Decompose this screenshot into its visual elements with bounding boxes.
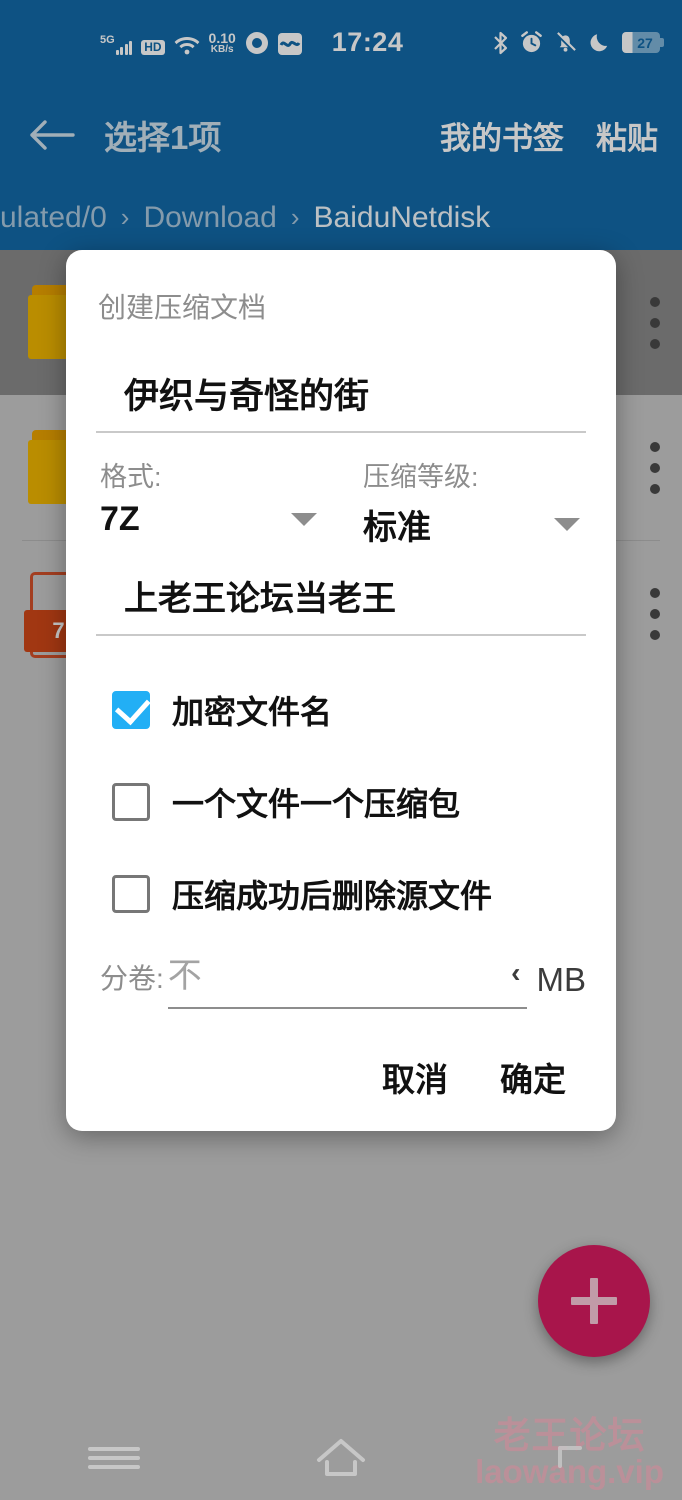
dialog-actions: 取消 确定 — [96, 1053, 586, 1109]
split-volume-input[interactable]: 不 ‹ — [167, 948, 527, 1009]
format-select-group: 格式: 7Z — [96, 455, 323, 549]
level-select-group: 压缩等级: 标准 — [323, 455, 586, 549]
checkbox-row-delete-source[interactable]: 压缩成功后删除源文件 — [96, 848, 586, 940]
create-archive-dialog: 创建压缩文档 伊织与奇怪的街 格式: 7Z 压缩等级: 标准 上老王论坛当老王 … — [66, 250, 616, 1131]
checkbox-label-delete-source: 压缩成功后删除源文件 — [172, 878, 493, 914]
chevron-down-icon — [554, 518, 580, 531]
split-volume-placeholder: 不 — [167, 957, 202, 995]
split-volume-row: 分卷: 不 ‹ MB — [96, 948, 586, 1009]
options-checkbox-group: 加密文件名 一个文件一个压缩包 压缩成功后删除源文件 — [96, 664, 586, 940]
split-volume-label: 分卷: — [100, 963, 164, 994]
phone-screen: 7 老王论坛 laowang.vip 5G HD 0.10 KB/s 17:24… — [0, 0, 682, 1500]
archive-name-value: 伊织与奇怪的街 — [124, 377, 370, 416]
split-volume-unit: MB — [536, 961, 587, 998]
checkbox-row-encrypt-filenames[interactable]: 加密文件名 — [96, 664, 586, 756]
checkbox-one-archive-per-file[interactable] — [112, 783, 150, 821]
format-level-row: 格式: 7Z 压缩等级: 标准 — [96, 455, 586, 549]
level-value: 标准 — [363, 509, 431, 547]
level-select[interactable]: 标准 — [359, 500, 586, 549]
chevron-left-icon[interactable]: ‹ — [511, 957, 526, 989]
level-label: 压缩等级: — [363, 462, 479, 492]
chevron-down-icon — [291, 513, 317, 526]
checkbox-delete-source[interactable] — [112, 875, 150, 913]
format-value: 7Z — [100, 500, 140, 538]
checkbox-label-encrypt-filenames: 加密文件名 — [172, 694, 333, 730]
dialog-title: 创建压缩文档 — [98, 292, 267, 323]
format-label: 格式: — [100, 462, 162, 492]
checkbox-label-one-archive-per-file: 一个文件一个压缩包 — [172, 786, 461, 822]
checkbox-encrypt-filenames[interactable] — [112, 691, 150, 729]
password-value: 上老王论坛当老王 — [124, 580, 396, 618]
cancel-button[interactable]: 取消 — [382, 1053, 448, 1101]
password-input[interactable]: 上老王论坛当老王 — [96, 571, 586, 636]
checkbox-row-one-archive-per-file[interactable]: 一个文件一个压缩包 — [96, 756, 586, 848]
archive-name-input[interactable]: 伊织与奇怪的街 — [96, 368, 586, 433]
confirm-button[interactable]: 确定 — [500, 1053, 566, 1101]
format-select[interactable]: 7Z — [96, 500, 323, 539]
